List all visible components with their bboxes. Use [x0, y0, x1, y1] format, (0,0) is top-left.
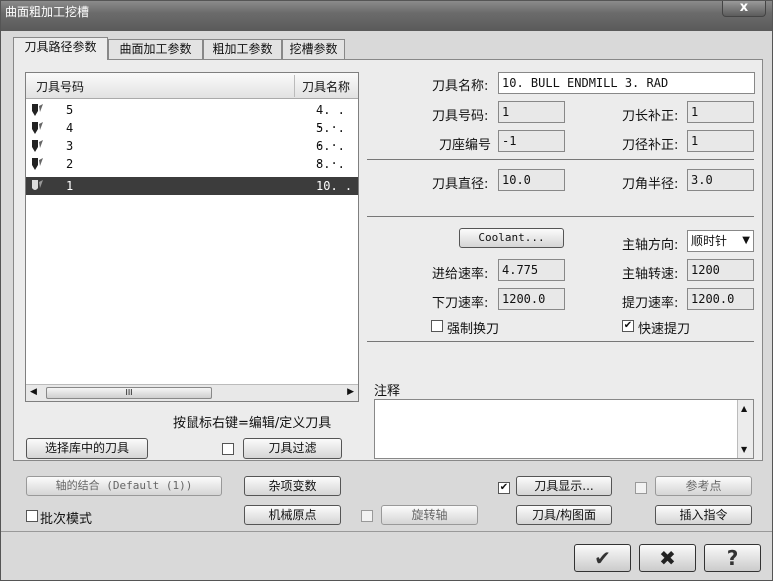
tab-toolpath-params[interactable]: 刀具路径参数 [13, 37, 108, 60]
feed-rate-label: 进给速率: [432, 267, 489, 282]
divider [1, 531, 772, 532]
table-row[interactable]: 2 8. . . . [26, 155, 358, 185]
batch-mode-label: 批次模式 [40, 512, 93, 527]
diameter-comp-label: 刀径补正: [622, 138, 679, 153]
tool-name-field[interactable]: 10. BULL ENDMILL 3. RAD [498, 72, 755, 94]
scroll-down-icon[interactable]: ▼ [741, 445, 747, 454]
help-icon: ? [726, 546, 739, 570]
edit-hint: 按鼠标右键=编辑/定义刀具 [173, 416, 332, 431]
tool-plane-button[interactable]: 刀具/构图面 [516, 505, 612, 525]
bull-endmill-icon [32, 180, 43, 190]
coolant-button[interactable]: Coolant... [459, 228, 564, 248]
reference-point-button[interactable]: 参考点 [655, 476, 752, 496]
table-row[interactable]: 4 5. . . . [26, 119, 358, 149]
spindle-speed-label: 主轴转速: [622, 267, 679, 282]
axis-combination-button[interactable]: 轴的结合 (Default (1)) [26, 476, 222, 496]
misc-values-button[interactable]: 杂项变数 [244, 476, 341, 496]
diameter-comp-field[interactable]: 1 [687, 130, 754, 152]
check-icon: ✔ [594, 546, 611, 570]
insert-command-button[interactable]: 插入指令 [655, 505, 752, 525]
tool-filter-button[interactable]: 刀具过滤 [243, 438, 342, 459]
cancel-button[interactable]: ✖ [639, 544, 696, 572]
window-title: 曲面粗加工挖槽 [5, 5, 90, 19]
retract-rate-field[interactable]: 1200.0 [687, 288, 754, 310]
rotary-axis-button[interactable]: 旋转轴 [381, 505, 478, 525]
endmill-icon [32, 140, 43, 152]
tool-number-label: 刀具号码: [432, 109, 489, 124]
length-comp-field[interactable]: 1 [687, 101, 754, 123]
reference-point-checkbox[interactable] [635, 482, 647, 494]
notes-textarea[interactable]: ▲ ▼ [374, 399, 754, 459]
tool-diameter-label: 刀具直径: [432, 177, 489, 192]
spindle-direction-label: 主轴方向: [622, 238, 679, 253]
horizontal-scrollbar[interactable]: ◀ III ▶ [26, 384, 358, 401]
rapid-retract-checkbox[interactable]: ✔ [622, 320, 634, 332]
tab-rough-params[interactable]: 粗加工参数 [203, 39, 282, 59]
ok-button[interactable]: ✔ [574, 544, 631, 572]
plunge-rate-label: 下刀速率: [432, 296, 489, 311]
scroll-up-icon[interactable]: ▲ [741, 404, 747, 413]
corner-radius-field[interactable]: 3.0 [687, 169, 754, 191]
force-tool-change-label: 强制换刀 [447, 322, 500, 337]
holder-number-label: 刀座编号 [439, 138, 492, 153]
tool-number-field[interactable]: 1 [498, 101, 565, 123]
tool-diameter-field[interactable]: 10.0 [498, 169, 565, 191]
tool-name-label: 刀具名称: [432, 79, 489, 94]
divider [367, 341, 754, 342]
spindle-speed-field[interactable]: 1200 [687, 259, 754, 281]
divider [367, 159, 754, 160]
scroll-left-icon[interactable]: ◀ [30, 387, 37, 397]
tool-filter-checkbox[interactable] [222, 443, 234, 455]
retract-rate-label: 提刀速率: [622, 296, 679, 311]
machine-origin-button[interactable]: 机械原点 [244, 505, 341, 525]
length-comp-label: 刀长补正: [622, 109, 679, 124]
tab-surface-params[interactable]: 曲面加工参数 [108, 39, 203, 59]
endmill-icon [32, 122, 43, 134]
table-row[interactable]: 3 6. . . . [26, 137, 358, 167]
tool-display-button[interactable]: 刀具显示... [516, 476, 612, 496]
title-bar[interactable]: 曲面粗加工挖槽 x [1, 1, 772, 31]
divider [367, 216, 754, 217]
close-button[interactable]: x [722, 1, 766, 17]
spindle-direction-select[interactable]: 顺时针 ▼ [687, 230, 754, 252]
notes-label: 注释 [374, 384, 401, 399]
help-button[interactable]: ? [704, 544, 761, 572]
holder-number-field[interactable]: -1 [498, 130, 565, 152]
corner-radius-label: 刀角半径: [622, 177, 679, 192]
scroll-thumb[interactable]: III [46, 387, 212, 399]
chevron-down-icon[interactable]: ▼ [742, 231, 750, 251]
column-tool-number[interactable]: 刀具号码 [36, 78, 84, 95]
tool-list[interactable]: 刀具号码 刀具名称 5 4. . . . 4 5. . . . 3 6. . .… [25, 72, 359, 402]
rotary-axis-checkbox[interactable] [361, 510, 373, 522]
tool-list-header: 刀具号码 刀具名称 [26, 73, 358, 99]
force-tool-change-checkbox[interactable] [431, 320, 443, 332]
feed-rate-field[interactable]: 4.775 [498, 259, 565, 281]
close-icon: ✖ [659, 546, 676, 570]
scroll-right-icon[interactable]: ▶ [347, 387, 354, 397]
endmill-icon [32, 104, 43, 116]
tab-pocket-params[interactable]: 挖槽参数 [282, 39, 345, 59]
table-row-selected[interactable]: 1 10. . . . [26, 177, 358, 207]
select-library-tool-button[interactable]: 选择库中的刀具 [26, 438, 148, 459]
batch-mode-checkbox[interactable] [26, 510, 38, 522]
rapid-retract-label: 快速提刀 [638, 322, 691, 337]
endmill-icon [32, 158, 43, 170]
table-row[interactable]: 5 4. . . . [26, 101, 358, 131]
dialog-window: 曲面粗加工挖槽 x 刀具路径参数 曲面加工参数 粗加工参数 挖槽参数 刀具号码 … [0, 0, 773, 581]
tool-display-checkbox[interactable]: ✔ [498, 482, 510, 494]
column-tool-name[interactable]: 刀具名称 [302, 78, 350, 95]
plunge-rate-field[interactable]: 1200.0 [498, 288, 565, 310]
notes-scrollbar[interactable]: ▲ ▼ [737, 400, 753, 458]
